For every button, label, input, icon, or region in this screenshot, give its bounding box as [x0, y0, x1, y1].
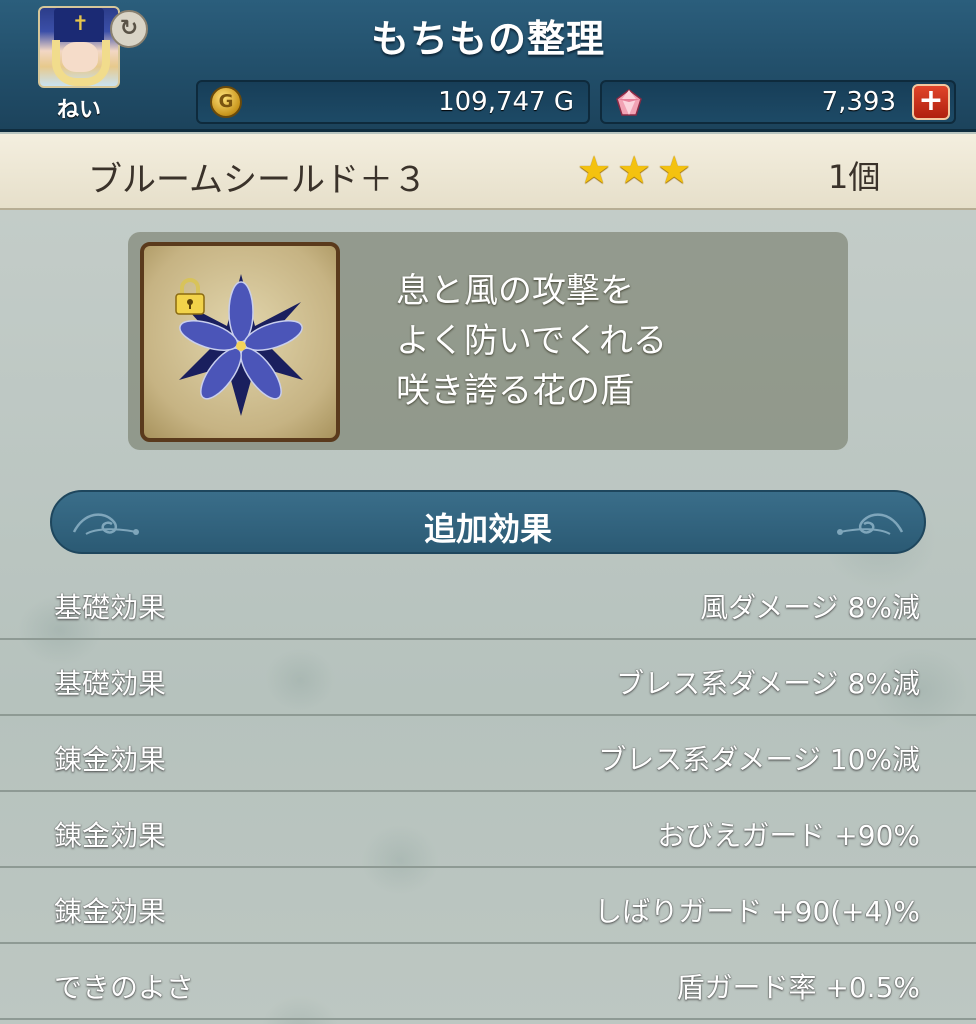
gem-icon — [616, 89, 642, 116]
effect-row: できのよさ 盾ガード率 +0.5% — [0, 944, 976, 1020]
effect-label: 基礎効果 — [54, 591, 167, 624]
top-header: ✝ ↻ ねい もちもの整理 G 109,747 G 7,393 + — [0, 0, 976, 132]
lock-icon — [175, 278, 205, 315]
item-description: 息と風の攻撃を よく防いでくれる 咲き誇る花の盾 — [396, 266, 667, 416]
gold-display: G 109,747 G — [196, 80, 590, 124]
effects-title: 追加効果 — [423, 510, 552, 548]
gold-value: 109,747 G — [438, 87, 574, 117]
effect-value: 風ダメージ 8%減 — [700, 591, 920, 624]
item-title-bar: ブルームシールド＋３ ★ ★ ★ 1個 — [0, 134, 976, 210]
plus-icon: + — [918, 83, 944, 118]
effect-row: 基礎効果 風ダメージ 8%減 — [0, 564, 976, 640]
gem-value: 7,393 — [821, 87, 896, 117]
effect-label: 錬金効果 — [54, 743, 167, 776]
effect-value: 盾ガード率 +0.5% — [676, 971, 921, 1004]
effect-value: おびえガード +90% — [657, 819, 920, 852]
item-name: ブルームシールド＋３ — [88, 160, 427, 200]
effect-row: 錬金効果 ブレス系ダメージ 10%減 — [0, 716, 976, 792]
effect-label: 錬金効果 — [54, 895, 167, 928]
effect-row: 錬金効果 しばりガード +90(+4)% — [0, 868, 976, 944]
effect-row: 錬金効果 おびえガード +90% — [0, 792, 976, 868]
description-line: 息と風の攻撃を — [396, 271, 634, 311]
star-icon: ★ — [577, 148, 612, 192]
star-icon: ★ — [617, 148, 652, 192]
effect-label: 錬金効果 — [54, 819, 167, 852]
effect-value: ブレス系ダメージ 10%減 — [598, 743, 920, 776]
effect-label: 基礎効果 — [54, 667, 167, 700]
description-line: よく防いでくれる — [396, 321, 667, 361]
effects-list: 基礎効果 風ダメージ 8%減 基礎効果 ブレス系ダメージ 8%減 錬金効果 ブレ… — [0, 564, 976, 1020]
effect-value: ブレス系ダメージ 8%減 — [616, 667, 920, 700]
flourish-ornament-icon — [837, 513, 904, 535]
effect-row: 基礎効果 ブレス系ダメージ 8%減 — [0, 640, 976, 716]
effects-section-header: 追加効果 — [50, 490, 926, 554]
effect-label: できのよさ — [54, 971, 195, 1004]
gem-display: 7,393 + — [600, 80, 956, 124]
star-rating: ★ ★ ★ — [577, 150, 691, 190]
description-line: 咲き誇る花の盾 — [396, 371, 634, 411]
item-count: 1個 — [828, 158, 881, 196]
add-gems-button[interactable]: + — [912, 84, 950, 120]
star-icon: ★ — [657, 148, 692, 192]
gold-coin-icon: G — [210, 86, 242, 118]
effect-value: しばりガード +90(+4)% — [594, 895, 920, 928]
page-title: もちもの整理 — [370, 17, 605, 61]
player-name: ねい — [56, 98, 101, 123]
